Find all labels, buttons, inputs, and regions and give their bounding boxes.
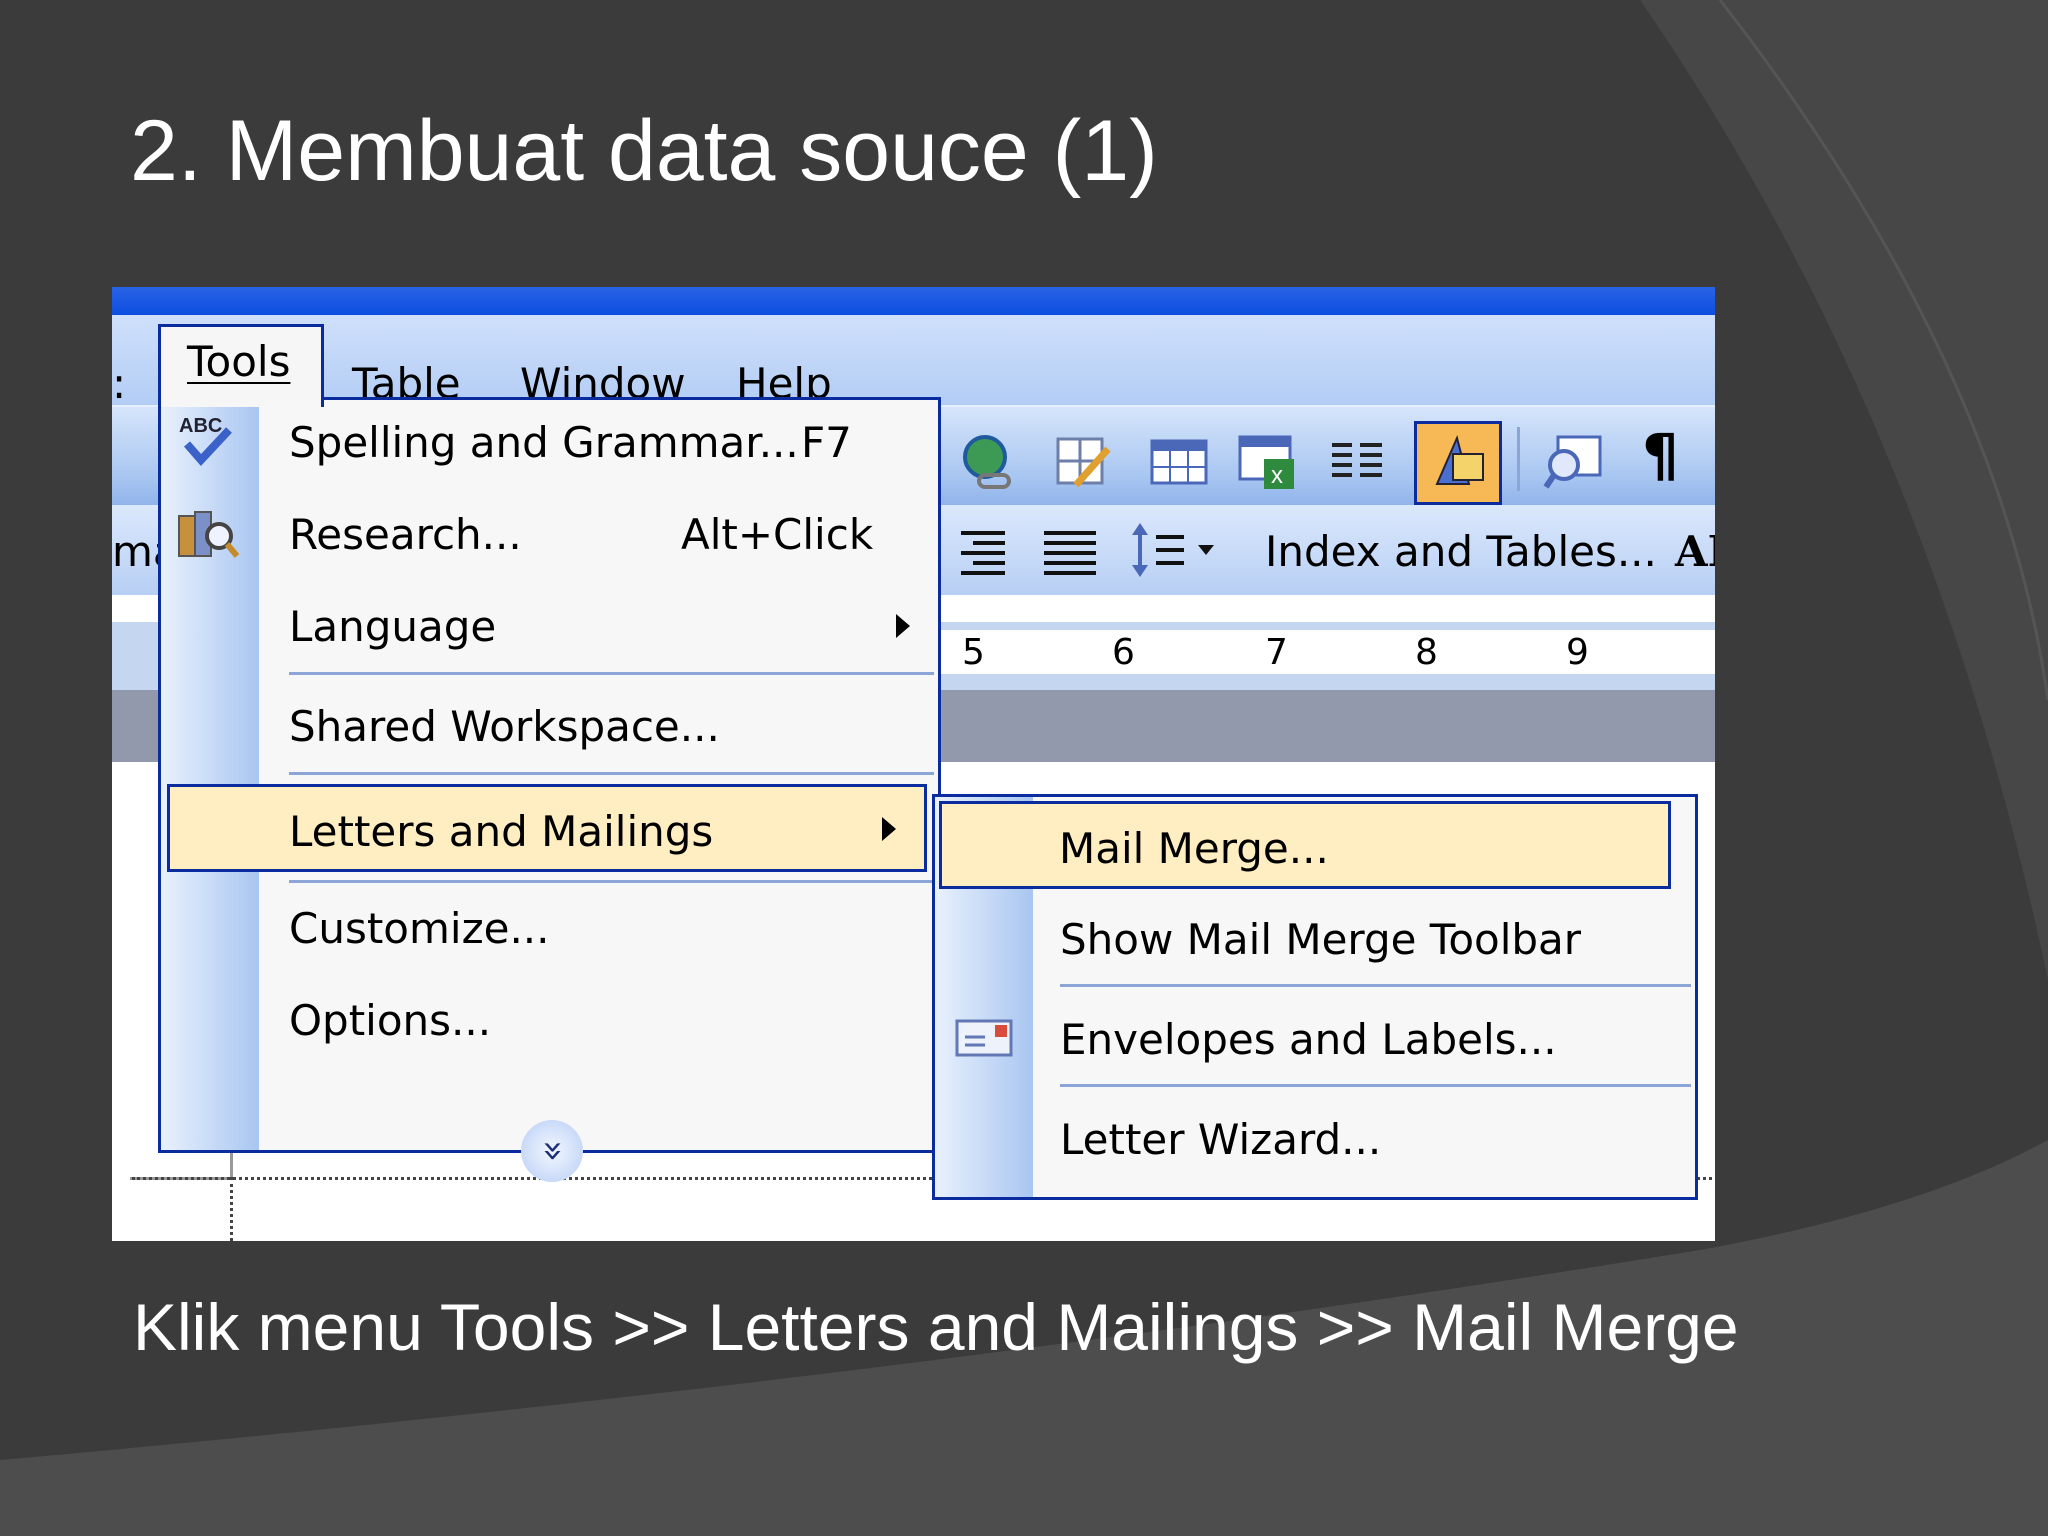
ruler-number: 9 (1566, 632, 1589, 673)
menu-separator (289, 880, 934, 883)
menubar-partial-item: : (112, 359, 127, 408)
menu-item-shortcut: Alt+Click (681, 510, 874, 559)
page-corner-mark (130, 1151, 233, 1180)
document-map-icon[interactable] (1542, 431, 1604, 493)
submenu-item-show-mail-merge-toolbar[interactable]: Show Mail Merge Toolbar (935, 897, 1695, 977)
ruler-number: 6 (1112, 632, 1135, 673)
insert-excel-worksheet-icon[interactable]: x (1236, 431, 1298, 493)
submenu-arrow-icon (882, 817, 896, 841)
menu-item-label: Research... (289, 510, 522, 559)
menu-tools-label: Tools (187, 337, 291, 386)
align-right-icon[interactable] (947, 519, 1009, 581)
envelope-icon (955, 1015, 1015, 1059)
menu-item-label: Show Mail Merge Toolbar (1060, 915, 1582, 964)
line-spacing-icon[interactable] (1128, 519, 1228, 581)
toolbar-partial-right: AI (1675, 527, 1715, 576)
tools-dropdown-menu: ABC Spelling and Grammar... F7 Research.… (158, 397, 941, 1182)
menu-separator (289, 672, 934, 675)
menu-item-label: Shared Workspace... (289, 702, 720, 751)
show-hide-pilcrow-icon[interactable]: ¶ (1642, 421, 1679, 489)
menu-item-options[interactable]: Options... (161, 978, 938, 1058)
menu-item-language[interactable]: Language (161, 584, 938, 664)
menu-item-letters-and-mailings[interactable]: Letters and Mailings (167, 784, 927, 872)
justify-icon[interactable] (1038, 519, 1100, 581)
svg-text:x: x (1271, 462, 1283, 489)
insert-table-icon[interactable] (1148, 431, 1210, 493)
ruler-number: 8 (1415, 632, 1438, 673)
menu-tools[interactable]: Tools (158, 324, 324, 407)
menu-item-research[interactable]: Research... Alt+Click (161, 492, 938, 572)
drawing-tables-icon[interactable] (1052, 431, 1114, 493)
menu-separator (1060, 1084, 1691, 1087)
letters-mailings-submenu: Mail Merge... Show Mail Merge Toolbar En… (932, 794, 1698, 1200)
menu-item-label: Letters and Mailings (289, 807, 714, 856)
window-title-bar (112, 287, 1715, 315)
menu-item-label: Options... (289, 996, 492, 1045)
spelling-icon: ABC (177, 410, 239, 472)
text-boundary-vertical (230, 1177, 233, 1241)
menu-item-label: Customize... (289, 904, 550, 953)
ruler-number: 7 (1265, 632, 1288, 673)
slide-title: 2. Membuat data souce (1) (130, 103, 1158, 199)
menu-item-shortcut: F7 (801, 418, 852, 467)
submenu-arrow-icon (896, 614, 910, 638)
horizontal-ruler[interactable]: 5 6 7 8 9 (932, 630, 1715, 674)
menu-item-shared-workspace[interactable]: Shared Workspace... (161, 684, 938, 764)
index-and-tables-button[interactable]: Index and Tables... (1265, 527, 1657, 576)
menu-item-customize[interactable]: Customize... (161, 886, 938, 966)
menu-item-label: Spelling and Grammar... (289, 418, 799, 467)
submenu-item-letter-wizard[interactable]: Letter Wizard... (935, 1097, 1695, 1177)
drawing-toggle-icon[interactable] (1414, 421, 1502, 505)
word-screenshot: : Tools Table Window Help x ¶ ma Index a… (112, 287, 1715, 1241)
menu-item-label: Language (289, 602, 497, 651)
expand-menu-chevron-icon[interactable]: » (521, 1120, 583, 1182)
svg-text:ABC: ABC (179, 415, 222, 437)
menu-item-label: Letter Wizard... (1060, 1115, 1382, 1164)
research-icon (175, 500, 240, 564)
menu-item-label: Mail Merge... (1059, 824, 1329, 873)
submenu-item-mail-merge[interactable]: Mail Merge... (939, 801, 1671, 889)
ruler-number: 5 (962, 632, 985, 673)
menu-separator (289, 772, 934, 775)
menu-item-spelling-grammar[interactable]: ABC Spelling and Grammar... F7 (161, 400, 938, 480)
menu-separator (1060, 984, 1691, 987)
slide-caption: Klik menu Tools >> Letters and Mailings … (133, 1290, 1739, 1364)
menu-item-label: Envelopes and Labels... (1060, 1015, 1557, 1064)
toolbar-separator (1517, 427, 1520, 491)
submenu-item-envelopes-labels[interactable]: Envelopes and Labels... (935, 997, 1695, 1077)
hyperlink-globe-icon[interactable] (957, 431, 1019, 493)
columns-icon[interactable] (1326, 431, 1388, 493)
